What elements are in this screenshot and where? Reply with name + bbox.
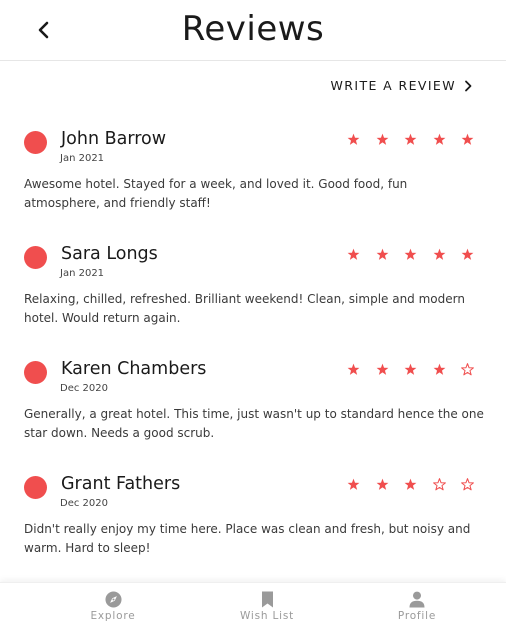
review-text: Relaxing, chilled, refreshed. Brilliant …: [24, 292, 465, 325]
review-date: Jan 2021: [60, 153, 105, 164]
bottom-tab-bar: Explore Wish List Profile: [0, 582, 506, 631]
tab-label: Explore: [90, 610, 136, 622]
star-filled-icon: [433, 248, 445, 260]
star-filled-icon: [376, 248, 388, 260]
star-filled-icon: [347, 478, 360, 490]
review-card: Karen Chambers Dec 2020 Generally, a gre…: [24, 359, 484, 449]
header: Reviews: [0, 0, 506, 61]
compass-icon: [104, 591, 122, 608]
star-filled-icon: [376, 363, 388, 375]
reviewer-name: Sara Longs: [61, 244, 158, 264]
star-filled-icon: [347, 363, 360, 375]
star-filled-icon: [433, 133, 445, 145]
tab-wish-list[interactable]: Wish List: [236, 591, 298, 622]
tab-profile[interactable]: Profile: [394, 591, 440, 622]
person-icon: [409, 591, 425, 608]
star-rating: [347, 478, 474, 491]
review-date: Dec 2020: [60, 383, 108, 394]
review-text: Generally, a great hotel. This time, jus…: [24, 407, 484, 440]
star-rating: [347, 363, 474, 376]
review-card: Grant Fathers Dec 2020 Didn't really enj…: [24, 474, 482, 564]
star-filled-icon: [404, 133, 417, 145]
avatar: [24, 361, 47, 384]
write-review-label: WRITE A REVIEW: [330, 78, 456, 93]
star-outline-icon: [461, 363, 474, 376]
avatar: [24, 476, 47, 499]
star-filled-icon: [433, 363, 445, 375]
review-text: Awesome hotel. Stayed for a week, and lo…: [24, 177, 408, 210]
star-outline-icon: [432, 478, 446, 491]
review-text: Didn't really enjoy my time here. Place …: [24, 522, 471, 555]
tab-explore[interactable]: Explore: [89, 591, 137, 622]
avatar: [24, 246, 47, 269]
tab-label: Profile: [397, 610, 437, 622]
review-card: Sara Longs Jan 2021 Relaxing, chilled, r…: [24, 244, 482, 334]
avatar: [24, 131, 47, 154]
star-filled-icon: [461, 248, 474, 260]
reviews-screen: Reviews WRITE A REVIEW John Barrow Jan 2…: [0, 0, 506, 631]
reviewer-name: Grant Fathers: [61, 474, 181, 494]
star-rating: [347, 248, 474, 261]
review-date: Jan 2021: [60, 268, 105, 279]
star-filled-icon: [376, 133, 388, 145]
reviewer-name: John Barrow: [61, 129, 167, 149]
star-filled-icon: [404, 248, 417, 260]
tab-label: Wish List: [239, 610, 295, 622]
star-outline-icon: [461, 478, 474, 491]
star-filled-icon: [461, 133, 474, 145]
star-filled-icon: [376, 478, 388, 490]
star-filled-icon: [404, 363, 417, 375]
page-title: Reviews: [181, 9, 325, 49]
write-review-button[interactable]: WRITE A REVIEW: [331, 78, 472, 93]
chevron-right-icon: [465, 80, 472, 91]
review-card: John Barrow Jan 2021 Awesome hotel. Stay…: [24, 129, 482, 219]
star-rating: [347, 133, 474, 146]
review-date: Dec 2020: [60, 498, 108, 509]
bookmark-icon: [261, 591, 273, 608]
star-filled-icon: [347, 133, 360, 145]
star-filled-icon: [347, 248, 360, 260]
reviewer-name: Karen Chambers: [61, 359, 207, 379]
star-filled-icon: [404, 478, 417, 490]
